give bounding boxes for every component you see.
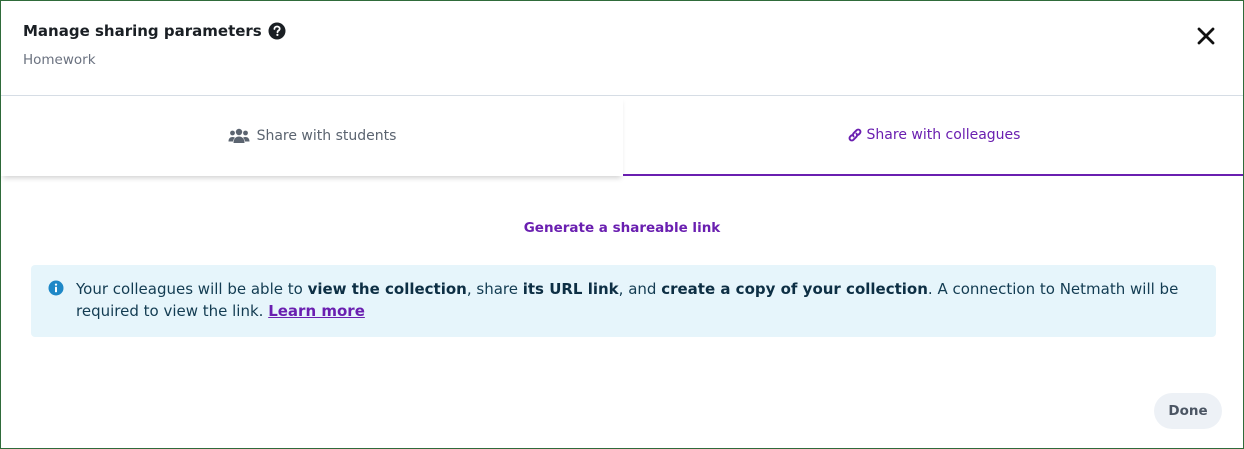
modal-title: Manage sharing parameters bbox=[23, 22, 262, 40]
generate-link-button[interactable]: Generate a shareable link bbox=[1, 220, 1243, 236]
title-row: Manage sharing parameters bbox=[23, 22, 286, 40]
info-icon bbox=[48, 280, 64, 296]
modal-subtitle: Homework bbox=[23, 52, 96, 68]
tab-bar: Share with students Share with colleague… bbox=[1, 96, 1243, 176]
info-text-2: , share bbox=[466, 280, 523, 298]
link-icon bbox=[846, 126, 864, 144]
info-text-3: , and bbox=[618, 280, 662, 298]
done-button[interactable]: Done bbox=[1154, 393, 1222, 429]
modal-header: Manage sharing parameters Homework bbox=[1, 1, 1243, 96]
share-modal: Manage sharing parameters Homework Share… bbox=[0, 0, 1244, 449]
info-bold-view-collection: view the collection bbox=[307, 280, 467, 298]
tab-share-with-students[interactable]: Share with students bbox=[1, 96, 623, 176]
tab-label-colleagues: Share with colleagues bbox=[866, 127, 1021, 143]
tab-share-with-colleagues[interactable]: Share with colleagues bbox=[623, 96, 1243, 176]
users-icon bbox=[228, 128, 250, 144]
learn-more-link[interactable]: Learn more bbox=[268, 302, 365, 320]
tab-label-students: Share with students bbox=[256, 128, 397, 144]
info-banner: Your colleagues will be able to view the… bbox=[31, 265, 1216, 337]
info-text-1: Your colleagues will be able to bbox=[76, 280, 308, 298]
close-icon bbox=[1197, 27, 1215, 45]
help-icon[interactable] bbox=[268, 22, 286, 40]
close-button[interactable] bbox=[1193, 23, 1219, 49]
info-bold-create-copy: create a copy of your collection bbox=[661, 280, 928, 298]
info-message: Your colleagues will be able to view the… bbox=[76, 278, 1196, 322]
info-bold-url-link: its URL link bbox=[522, 280, 619, 298]
